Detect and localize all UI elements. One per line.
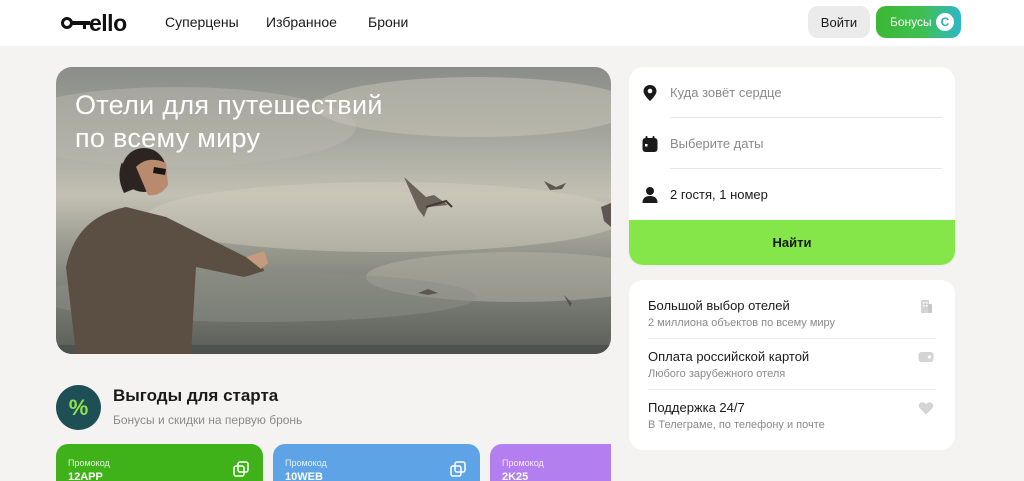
promo-card[interactable]: Промокод 2K25	[490, 444, 611, 481]
destination-placeholder: Куда зовёт сердце	[670, 85, 782, 100]
features-card: Большой выбор отелей 2 миллиона объектов…	[629, 280, 955, 450]
person-icon	[642, 187, 658, 203]
calendar-icon	[642, 136, 658, 152]
hero-banner: Отели для путешествий по всему миру	[56, 67, 611, 354]
feature-title: Оплата российской картой	[648, 349, 810, 364]
top-header: ello Суперцены Избранное Брони Войти Бон…	[0, 0, 1024, 46]
guests-value: 2 гостя, 1 номер	[670, 187, 768, 202]
hero-title: Отели для путешествий по всему миру	[75, 90, 383, 153]
feature-subtitle: 2 миллиона объектов по всему миру	[648, 317, 836, 329]
feature-subtitle: В Телеграме, по телефону и почте	[648, 419, 825, 431]
benefits-title: Выгоды для старта	[113, 386, 279, 405]
bonus-coin-icon: С	[936, 13, 954, 31]
promo-code: 10WEB	[285, 471, 323, 481]
divider	[648, 389, 936, 390]
feature-item-hotels: Большой выбор отелей 2 миллиона объектов…	[648, 298, 938, 329]
promo-code: 12APP	[68, 471, 103, 481]
guests-field[interactable]: 2 гостя, 1 номер	[629, 169, 955, 220]
feature-item-payment: Оплата российской картой Любого зарубежн…	[648, 349, 938, 380]
card-icon	[918, 352, 934, 362]
nav-link-favorites[interactable]: Избранное	[266, 14, 337, 30]
login-button[interactable]: Войти	[808, 6, 870, 38]
feature-title: Поддержка 24/7	[648, 400, 745, 415]
bonus-button-label: Бонусы	[890, 15, 932, 29]
feature-title: Большой выбор отелей	[648, 298, 790, 313]
promo-card[interactable]: Промокод 10WEB	[273, 444, 480, 481]
percent-badge-icon: %	[56, 385, 101, 430]
promo-card[interactable]: Промокод 12APP	[56, 444, 263, 481]
logo-text: ello	[89, 10, 127, 36]
location-pin-icon	[643, 85, 657, 101]
bonus-button[interactable]: Бонусы С	[876, 6, 961, 38]
heart-icon	[918, 402, 934, 415]
destination-field[interactable]: Куда зовёт сердце	[629, 67, 955, 118]
logo[interactable]: ello	[61, 10, 127, 36]
promo-label: Промокод	[285, 458, 327, 468]
feature-subtitle: Любого зарубежного отеля	[648, 368, 786, 380]
divider	[648, 338, 936, 339]
promo-code: 2K25	[502, 471, 529, 481]
dates-field[interactable]: Выберите даты	[629, 118, 955, 169]
find-button[interactable]: Найти	[629, 220, 955, 265]
feature-item-support: Поддержка 24/7 В Телеграме, по телефону …	[648, 400, 938, 431]
copy-icon[interactable]	[233, 461, 249, 477]
search-card: Куда зовёт сердце Выберите даты 2 гостя,…	[629, 67, 955, 265]
nav-link-superprices[interactable]: Суперцены	[165, 14, 239, 30]
key-logo-icon	[61, 16, 91, 30]
promo-label: Промокод	[68, 458, 110, 468]
benefits-subtitle: Бонусы и скидки на первую бронь	[113, 413, 303, 427]
dates-placeholder: Выберите даты	[670, 136, 764, 151]
copy-icon[interactable]	[450, 461, 466, 477]
nav-link-bookings[interactable]: Брони	[368, 14, 408, 30]
building-icon	[921, 300, 932, 313]
promo-label: Промокод	[502, 458, 544, 468]
